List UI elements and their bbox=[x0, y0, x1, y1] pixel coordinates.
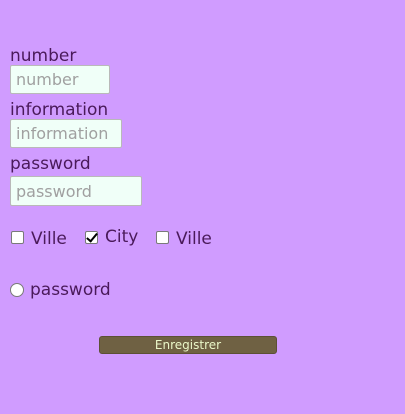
checkbox-label-ville-2: Ville bbox=[176, 229, 212, 249]
password-label: password bbox=[10, 154, 91, 174]
number-label: number bbox=[10, 46, 77, 66]
information-label: information bbox=[10, 100, 109, 120]
checkbox-ville-2[interactable] bbox=[156, 230, 169, 244]
information-input[interactable] bbox=[10, 119, 122, 148]
number-input[interactable] bbox=[10, 65, 110, 94]
password-input[interactable] bbox=[10, 176, 142, 206]
radio-option-password[interactable]: password bbox=[10, 280, 111, 300]
radio-label-password: password bbox=[30, 280, 111, 300]
radio-password[interactable] bbox=[10, 283, 24, 297]
checkbox-label-ville-1: Ville bbox=[31, 229, 67, 249]
checkbox-ville-1[interactable] bbox=[11, 230, 24, 244]
enregistrer-button[interactable]: Enregistrer bbox=[99, 336, 277, 354]
checkbox-city[interactable] bbox=[85, 230, 98, 244]
checkbox-option-ville-1[interactable]: Ville bbox=[11, 226, 67, 249]
checkbox-option-ville-2[interactable]: Ville bbox=[156, 226, 212, 249]
checkbox-option-city[interactable]: City bbox=[85, 226, 138, 248]
checkbox-label-city: City bbox=[105, 227, 139, 247]
